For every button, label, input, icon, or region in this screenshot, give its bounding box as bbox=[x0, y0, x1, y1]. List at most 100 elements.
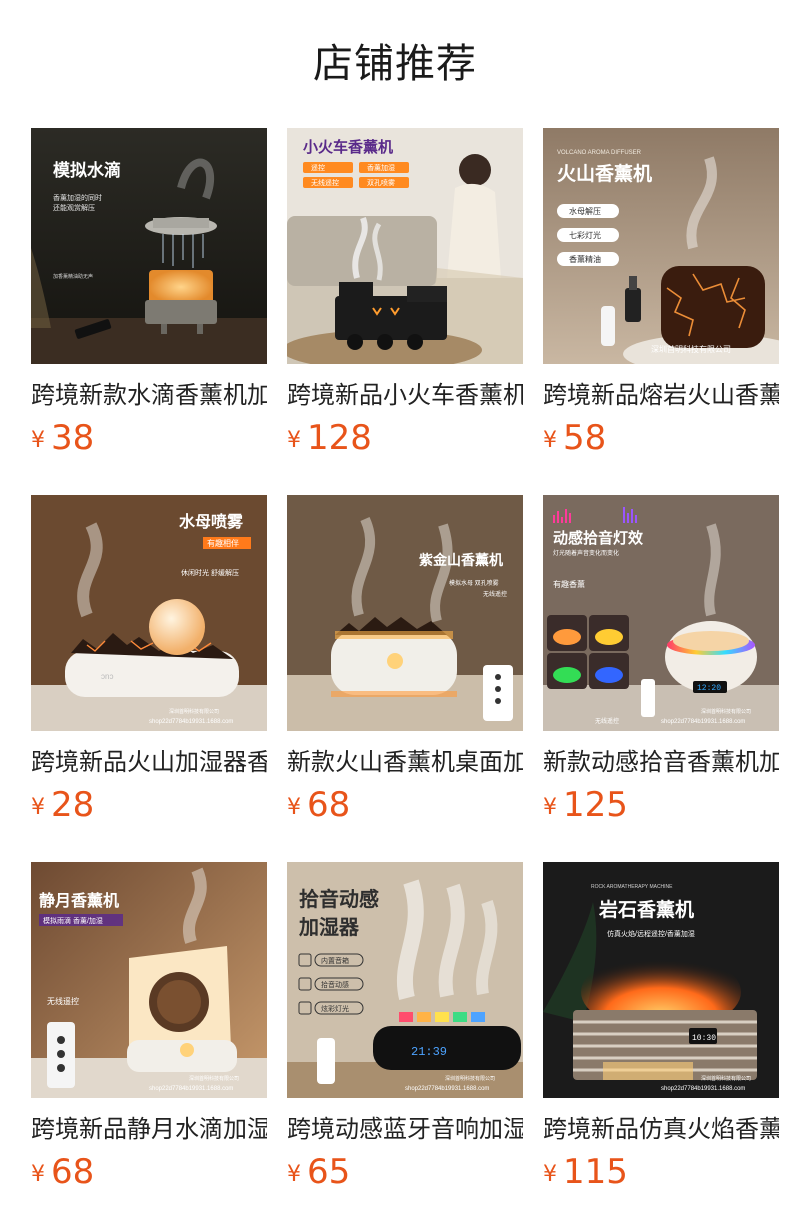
svg-text:无线遥控: 无线遥控 bbox=[311, 178, 339, 187]
product-image[interactable]: 10:30 ROCK AROMATHERAPY MACHINE 岩石香薰机 仿真… bbox=[543, 862, 779, 1098]
price-value: 68 bbox=[51, 1152, 95, 1192]
product-card[interactable]: VOLCANO AROMA DIFFUSER 火山香薰机 水母解压 七彩灯光 香… bbox=[543, 128, 779, 461]
product-name[interactable]: 新款动感拾音香薰机加湿器 bbox=[543, 747, 779, 777]
svg-text:加香薰精油助无声: 加香薰精油助无声 bbox=[53, 273, 93, 280]
product-image[interactable]: 小火车香薰机 遥控 香薰加湿 无线遥控 双孔喷雾 bbox=[287, 128, 523, 364]
store-recommendations-page: 店铺推荐 模拟水滴 香薰加湿的同时 还能观赏解压 加香薰精油助无声 跨境新款水滴… bbox=[0, 0, 790, 1230]
currency-symbol: ¥ bbox=[287, 1162, 301, 1187]
svg-text:双孔喷雾: 双孔喷雾 bbox=[367, 178, 395, 187]
product-image[interactable]: 紫金山香薰机 模拟水母 双孔喷雾 无线遥控 bbox=[287, 495, 523, 731]
product-card[interactable]: ɔnɔ 水母喷雾 有趣相伴 休闲时光 舒缓解压 深圳首明科技有限公司 shop2… bbox=[31, 495, 267, 828]
product-name[interactable]: 新款火山香薰机桌面加湿器 bbox=[287, 747, 523, 777]
price-value: 38 bbox=[51, 418, 95, 458]
product-image[interactable]: 21:39 拾音动感 加湿器 内置音箱 拾音动感 炫彩灯光 深圳首明科技有限公司… bbox=[287, 862, 523, 1098]
currency-symbol: ¥ bbox=[31, 428, 45, 453]
svg-text:深圳首明科技有限公司: 深圳首明科技有限公司 bbox=[189, 1075, 239, 1082]
product-image[interactable]: VOLCANO AROMA DIFFUSER 火山香薰机 水母解压 七彩灯光 香… bbox=[543, 128, 779, 364]
product-name[interactable]: 跨境新品熔岩火山香薰机 bbox=[543, 380, 779, 410]
image-heading: 火山香薰机 bbox=[557, 163, 652, 185]
svg-text:shop22d7784b19931.1688.com: shop22d7784b19931.1688.com bbox=[661, 1086, 745, 1092]
product-image[interactable]: 12:20 动感拾音灯效 灯光随着声音变化而变化 有趣香薰 无线遥控 深圳首明科… bbox=[543, 495, 779, 731]
svg-text:shop22d7784b19931.1688.com: shop22d7784b19931.1688.com bbox=[149, 1086, 233, 1092]
svg-text:无线遥控: 无线遥控 bbox=[595, 717, 619, 725]
product-card[interactable]: 静月香薰机 模拟雨滴 香薰/加湿 无线遥控 深圳首明科技有限公司 shop22d… bbox=[31, 862, 267, 1195]
svg-text:深圳首明科技有限公司: 深圳首明科技有限公司 bbox=[701, 1075, 751, 1082]
svg-text:模拟雨滴 香薰/加湿: 模拟雨滴 香薰/加湿 bbox=[43, 916, 103, 925]
svg-text:还能观赏解压: 还能观赏解压 bbox=[53, 203, 95, 212]
product-price: ¥65 bbox=[287, 1152, 523, 1195]
product-name[interactable]: 跨境新品静月水滴加湿器 bbox=[31, 1114, 267, 1144]
image-heading: 动感拾音灯效 bbox=[553, 529, 644, 547]
svg-text:香薰加湿的同时: 香薰加湿的同时 bbox=[53, 193, 102, 202]
svg-text:10:30: 10:30 bbox=[692, 1034, 716, 1043]
price-value: 128 bbox=[307, 418, 372, 458]
product-price: ¥58 bbox=[543, 418, 779, 461]
image-heading: 岩石香薰机 bbox=[598, 898, 694, 921]
currency-symbol: ¥ bbox=[31, 795, 45, 820]
currency-symbol: ¥ bbox=[543, 1162, 557, 1187]
product-name[interactable]: 跨境新品仿真火焰香薰机 bbox=[543, 1114, 779, 1144]
svg-text:炫彩灯光: 炫彩灯光 bbox=[321, 1004, 349, 1013]
svg-text:深圳首明科技有限公司: 深圳首明科技有限公司 bbox=[445, 1075, 495, 1082]
product-name[interactable]: 跨境新品小火车香薰机 bbox=[287, 380, 523, 410]
product-card[interactable]: 21:39 拾音动感 加湿器 内置音箱 拾音动感 炫彩灯光 深圳首明科技有限公司… bbox=[287, 862, 523, 1195]
svg-text:12:20: 12:20 bbox=[697, 684, 721, 693]
product-price: ¥115 bbox=[543, 1152, 779, 1195]
svg-text:无线遥控: 无线遥控 bbox=[483, 590, 507, 598]
svg-text:无线遥控: 无线遥控 bbox=[47, 996, 79, 1006]
product-price: ¥125 bbox=[543, 785, 779, 828]
product-price: ¥28 bbox=[31, 785, 267, 828]
svg-text:深圳首明科技有限公司: 深圳首明科技有限公司 bbox=[651, 344, 731, 354]
product-price: ¥68 bbox=[287, 785, 523, 828]
svg-text:有趣香薰: 有趣香薰 bbox=[553, 579, 585, 589]
svg-text:香薰精油: 香薰精油 bbox=[569, 254, 601, 264]
image-heading: 小火车香薰机 bbox=[303, 138, 393, 156]
svg-text:遥控: 遥控 bbox=[311, 163, 325, 172]
currency-symbol: ¥ bbox=[543, 795, 557, 820]
product-image[interactable]: ɔnɔ 水母喷雾 有趣相伴 休闲时光 舒缓解压 深圳首明科技有限公司 shop2… bbox=[31, 495, 267, 731]
svg-text:七彩灯光: 七彩灯光 bbox=[569, 230, 601, 240]
svg-text:有趣相伴: 有趣相伴 bbox=[207, 538, 239, 548]
product-name[interactable]: 跨境新品火山加湿器香薰 bbox=[31, 747, 267, 777]
svg-text:休闲时光 舒缓解压: 休闲时光 舒缓解压 bbox=[181, 568, 239, 577]
product-card[interactable]: 紫金山香薰机 模拟水母 双孔喷雾 无线遥控 新款火山香薰机桌面加湿器 ¥68 bbox=[287, 495, 523, 828]
svg-text:shop22d7784b19931.1688.com: shop22d7784b19931.1688.com bbox=[405, 1086, 489, 1092]
image-heading: 模拟水滴 bbox=[53, 160, 121, 180]
currency-symbol: ¥ bbox=[287, 428, 301, 453]
product-image[interactable]: 静月香薰机 模拟雨滴 香薰/加湿 无线遥控 深圳首明科技有限公司 shop22d… bbox=[31, 862, 267, 1098]
svg-text:水母解压: 水母解压 bbox=[569, 206, 601, 216]
product-name[interactable]: 跨境动感蓝牙音响加湿器 bbox=[287, 1114, 523, 1144]
svg-text:ɔnɔ: ɔnɔ bbox=[101, 672, 113, 681]
currency-symbol: ¥ bbox=[287, 795, 301, 820]
svg-text:深圳首明科技有限公司: 深圳首明科技有限公司 bbox=[701, 708, 751, 715]
section-title: 店铺推荐 bbox=[313, 41, 477, 87]
price-value: 28 bbox=[51, 785, 95, 825]
price-value: 125 bbox=[563, 785, 628, 825]
product-card[interactable]: 10:30 ROCK AROMATHERAPY MACHINE 岩石香薰机 仿真… bbox=[543, 862, 779, 1195]
svg-text:内置音箱: 内置音箱 bbox=[321, 956, 349, 965]
product-card[interactable]: 12:20 动感拾音灯效 灯光随着声音变化而变化 有趣香薰 无线遥控 深圳首明科… bbox=[543, 495, 779, 828]
svg-text:VOLCANO AROMA DIFFUSER: VOLCANO AROMA DIFFUSER bbox=[557, 150, 642, 156]
product-image[interactable]: 模拟水滴 香薰加湿的同时 还能观赏解压 加香薰精油助无声 bbox=[31, 128, 267, 364]
currency-symbol: ¥ bbox=[543, 428, 557, 453]
price-value: 115 bbox=[563, 1152, 628, 1192]
price-value: 68 bbox=[307, 785, 351, 825]
svg-text:模拟水母 双孔喷雾: 模拟水母 双孔喷雾 bbox=[449, 579, 499, 587]
svg-text:仿真火焰/远程遥控/香薰加湿: 仿真火焰/远程遥控/香薰加湿 bbox=[607, 929, 695, 938]
product-price: ¥38 bbox=[31, 418, 267, 461]
svg-text:21:39: 21:39 bbox=[411, 1045, 447, 1059]
image-heading: 紫金山香薰机 bbox=[419, 552, 503, 568]
image-heading: 拾音动感 bbox=[299, 887, 379, 911]
svg-text:ROCK AROMATHERAPY MACHINE: ROCK AROMATHERAPY MACHINE bbox=[591, 884, 673, 890]
product-card[interactable]: 模拟水滴 香薰加湿的同时 还能观赏解压 加香薰精油助无声 跨境新款水滴香薰机加湿… bbox=[31, 128, 267, 461]
svg-text:shop22d7784b19931.1688.com: shop22d7784b19931.1688.com bbox=[149, 719, 233, 725]
price-value: 58 bbox=[563, 418, 607, 458]
svg-text:shop22d7784b19931.1688.com: shop22d7784b19931.1688.com bbox=[661, 719, 745, 725]
product-price: ¥128 bbox=[287, 418, 523, 461]
product-name[interactable]: 跨境新款水滴香薰机加湿器 bbox=[31, 380, 267, 410]
product-card[interactable]: 小火车香薰机 遥控 香薰加湿 无线遥控 双孔喷雾 跨境新品小火车香薰机 ¥128 bbox=[287, 128, 523, 461]
svg-text:深圳首明科技有限公司: 深圳首明科技有限公司 bbox=[169, 708, 219, 715]
image-heading: 水母喷雾 bbox=[179, 512, 244, 531]
svg-text:灯光随着声音变化而变化: 灯光随着声音变化而变化 bbox=[553, 549, 619, 557]
product-price: ¥68 bbox=[31, 1152, 267, 1195]
